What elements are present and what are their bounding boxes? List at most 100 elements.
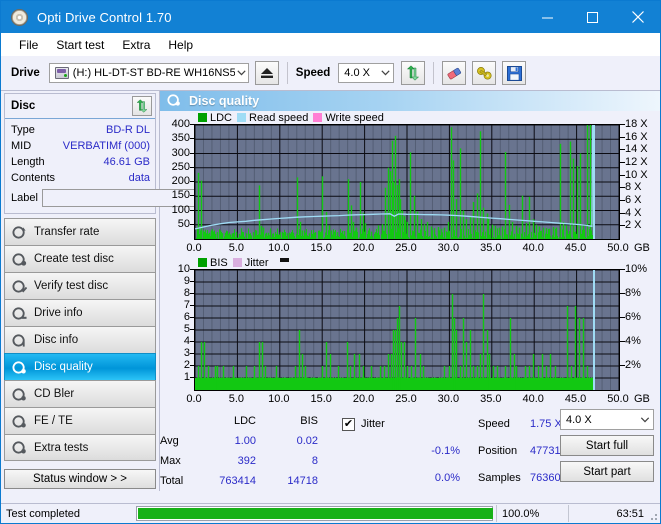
drive-label: Drive <box>11 67 40 79</box>
stats-table: LDC BIS Avg 1.00 0.02 Max 392 8 Total 76… <box>160 411 328 491</box>
x-tick: 5.0 <box>229 393 244 405</box>
x-tick: 10.0 <box>268 393 289 405</box>
y-tick: 6 <box>184 311 190 323</box>
start-part-button[interactable]: Start part <box>560 461 654 482</box>
sidebar-item-label: Disc info <box>34 334 78 346</box>
speed-select[interactable]: 4.0 X <box>338 63 394 83</box>
disc-field-contents: Contents data <box>11 170 150 186</box>
stats-header-ldc: LDC <box>204 413 266 430</box>
start-full-button[interactable]: Start full <box>560 435 654 456</box>
status-window-button[interactable]: Status window > > <box>4 469 156 489</box>
refresh-arrows-icon <box>135 99 149 113</box>
menu-file[interactable]: File <box>10 36 47 54</box>
bis-plot-area <box>194 269 620 391</box>
sidebar-item-disc-info[interactable]: Disc info <box>4 326 156 353</box>
ldc-chart: LDC Read speed Write speed 5010015020025… <box>160 111 660 256</box>
disc-refresh-button[interactable] <box>132 96 152 116</box>
speed-stat-label: Speed <box>478 416 530 433</box>
save-button[interactable] <box>502 61 526 85</box>
y-tick: 400 <box>172 118 190 130</box>
x-tick: 45.0 <box>565 393 586 405</box>
bis-x-axis: 0.05.010.015.020.025.030.035.040.045.050… <box>160 391 660 407</box>
minimize-button[interactable] <box>525 1 570 33</box>
ldc-x-axis: 0.05.010.015.020.025.030.035.040.045.050… <box>160 240 660 256</box>
ldc-chart-legend: LDC Read speed Write speed <box>160 111 660 124</box>
refresh-button[interactable] <box>401 61 425 85</box>
samples-stat-label: Samples <box>478 469 530 486</box>
menu-start-test[interactable]: Start test <box>47 36 113 54</box>
legend-entry-ldc: LDC <box>198 112 232 124</box>
erase-button[interactable] <box>442 61 466 85</box>
sidebar-item-cd-bler[interactable]: CD Bler <box>4 380 156 407</box>
sidebar-item-transfer-rate[interactable]: Transfer rate <box>4 218 156 245</box>
menu-help[interactable]: Help <box>159 36 202 54</box>
speed-label: Speed <box>296 67 331 79</box>
x-tick: 5.0 <box>229 242 244 254</box>
stats-total-ldc: 763414 <box>204 473 266 490</box>
chevron-down-icon <box>235 70 248 76</box>
legend-swatch-write-speed <box>313 113 322 122</box>
eject-button[interactable] <box>255 61 279 85</box>
y2-tick: 8% <box>625 287 641 299</box>
x-axis-unit: GB <box>634 242 650 254</box>
ldc-plot-area <box>194 124 620 240</box>
progress-bar-fill <box>138 508 493 519</box>
sidebar-item-fe-te[interactable]: FE / TE <box>4 407 156 434</box>
y-tick: 350 <box>172 132 190 144</box>
x-tick: 25.0 <box>395 242 416 254</box>
x-tick: 50.0 <box>607 393 628 405</box>
sidebar-item-drive-info[interactable]: Drive info <box>4 299 156 326</box>
content-header: Disc quality <box>160 91 660 111</box>
x-tick: 20.0 <box>353 242 374 254</box>
sidebar-item-disc-quality[interactable]: Disc quality <box>4 353 156 380</box>
legend-swatch-bis <box>198 258 207 267</box>
stats-total-bis: 14718 <box>266 473 328 490</box>
disc-field-type-label: Type <box>11 124 35 136</box>
disc-field-length-label: Length <box>11 156 45 168</box>
sidebar-item-label: Transfer rate <box>34 226 99 238</box>
tools-button[interactable] <box>472 61 496 85</box>
end-of-data-marker <box>593 125 595 239</box>
test-speed-select[interactable]: 4.0 X <box>560 409 654 430</box>
sidebar-item-label: FE / TE <box>34 415 73 427</box>
bis-y-axis: 12345678910 <box>160 269 194 391</box>
y2-tick: 12 X <box>625 156 648 168</box>
legend-label-ldc: LDC <box>210 112 232 124</box>
jitter-max-value: 0.0% <box>412 469 470 486</box>
resize-grip[interactable] <box>648 511 658 521</box>
y2-tick: 2 X <box>625 219 642 231</box>
close-button[interactable] <box>615 1 660 33</box>
sidebar-item-create-test-disc[interactable]: Create test disc <box>4 245 156 272</box>
disc-field-contents-label: Contents <box>11 172 55 184</box>
ldc-y-axis: 50100150200250300350400 <box>160 124 194 240</box>
action-buttons: 4.0 X Start full Start part <box>560 409 654 482</box>
legend-label-write-speed: Write speed <box>325 112 384 124</box>
x-tick: 10.0 <box>268 242 289 254</box>
y-tick: 50 <box>178 218 190 230</box>
extra-tests-icon <box>12 440 27 455</box>
stats-row-max-label: Max <box>160 453 204 470</box>
jitter-checkbox[interactable]: ✔ <box>342 418 355 431</box>
sidebar-item-extra-tests[interactable]: Extra tests <box>4 434 156 461</box>
disc-icon <box>11 9 28 26</box>
x-tick: 0.0 <box>186 393 201 405</box>
title-bar: Opti Drive Control 1.70 <box>1 1 660 33</box>
toolbar-divider-1 <box>287 62 288 84</box>
x-tick: 40.0 <box>522 242 543 254</box>
sidebar-item-label: Drive info <box>34 307 83 319</box>
speed-select-value: 4.0 X <box>339 67 370 79</box>
menu-extra[interactable]: Extra <box>113 36 159 54</box>
bis-chart-legend: BIS Jitter <box>160 256 660 269</box>
y-tick: 300 <box>172 147 190 159</box>
maximize-button[interactable] <box>570 1 615 33</box>
y2-tick: 10% <box>625 263 647 275</box>
legend-label-jitter: Jitter <box>245 257 269 269</box>
sidebar-item-verify-test-disc[interactable]: Verify test disc <box>4 272 156 299</box>
y-tick: 9 <box>184 275 190 287</box>
disc-field-mid-value: VERBATIMf (000) <box>63 140 150 152</box>
drive-select[interactable]: (H:) HL-DT-ST BD-RE WH16NS58 TST4 <box>49 63 249 83</box>
sidebar-item-label: Verify test disc <box>34 280 108 292</box>
x-tick: 30.0 <box>438 242 459 254</box>
disc-field-type: Type BD-R DL <box>11 122 150 138</box>
stats-avg-ldc: 1.00 <box>204 433 266 450</box>
